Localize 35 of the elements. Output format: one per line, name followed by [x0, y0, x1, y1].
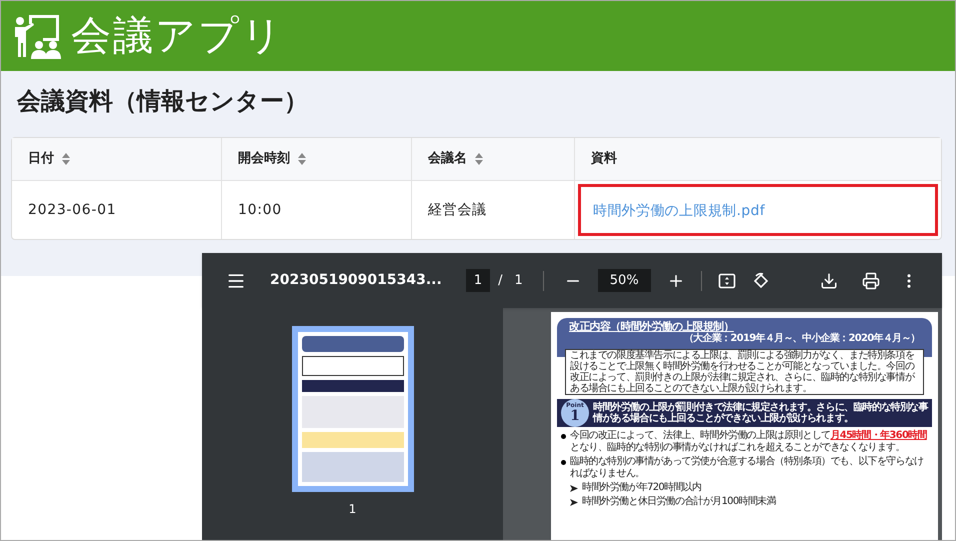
- sort-icon[interactable]: [298, 153, 306, 165]
- file-name: 2023051909015343...: [270, 271, 442, 290]
- document-title: 改正内容（時間外労働の上限規制）: [569, 320, 735, 333]
- page-input[interactable]: 1: [466, 268, 490, 292]
- page-separator: /: [498, 272, 502, 290]
- table-cell: 10:00: [238, 202, 282, 218]
- document-intro: これまでの限度基準告示による上限は、罰則による強制力がなく、また特別条項を設けることで上限無く時間外労働を行わせることが可能となっていました。今回の改正によって、罰則付きの上限が法律に規定され、さらに、臨時的な特別な事情がある場合にも上回ることのできない上限が設けられます。: [565, 349, 924, 395]
- bullet-text: 臨時的な特別の事情があって労使が合意する場合（特別条項）でも、以下を守らなければなりません。: [570, 456, 924, 480]
- bullet-icon: [561, 460, 566, 465]
- document-subtitle: （大企業：2019年４月～、中小企業：2020年４月～）: [682, 333, 920, 345]
- app-title: 会議アプリ: [71, 16, 284, 56]
- presenter-icon: [13, 13, 63, 59]
- table-cell: 経営会議: [428, 202, 487, 218]
- page-title: 会議資料（情報センター）: [16, 86, 309, 117]
- point-text: 時間外労働の上限が罰則付きで法律に規定されます。さらに、臨時的な特別な事情がある場合にも上回ることができない上限が設けられます。: [593, 402, 928, 424]
- print-icon[interactable]: [862, 272, 880, 290]
- bullet-text: 今回の改正によって、法律上、時間外労働の上限は原則として月45時間・年360時間となり、臨時的な特別の事情がなければこれを超えることができなくなります。: [570, 430, 928, 454]
- sub-item: 時間外労働が年720時間以内: [582, 482, 702, 494]
- column-header[interactable]: 日付: [28, 149, 70, 169]
- zoom-field[interactable]: 50%: [598, 268, 651, 292]
- column-header[interactable]: 資料: [591, 149, 617, 169]
- point-number: 1: [570, 409, 580, 423]
- column-header[interactable]: 開会時刻: [238, 149, 306, 169]
- fit-page-icon[interactable]: [718, 272, 736, 290]
- rotate-icon[interactable]: [752, 272, 770, 290]
- sub-item: 時間外労働と休日労働の合計が月100時間未満: [582, 496, 776, 508]
- sort-icon[interactable]: [475, 153, 483, 165]
- page-total: 1: [514, 272, 523, 290]
- column-header[interactable]: 会議名: [428, 149, 483, 169]
- page-thumbnail[interactable]: [292, 326, 414, 492]
- thumbnail-label: 1: [348, 501, 356, 518]
- download-icon[interactable]: [820, 272, 838, 290]
- table-cell: 2023-06-01: [28, 202, 116, 218]
- sort-icon[interactable]: [62, 153, 70, 165]
- bullet-icon: [561, 434, 566, 439]
